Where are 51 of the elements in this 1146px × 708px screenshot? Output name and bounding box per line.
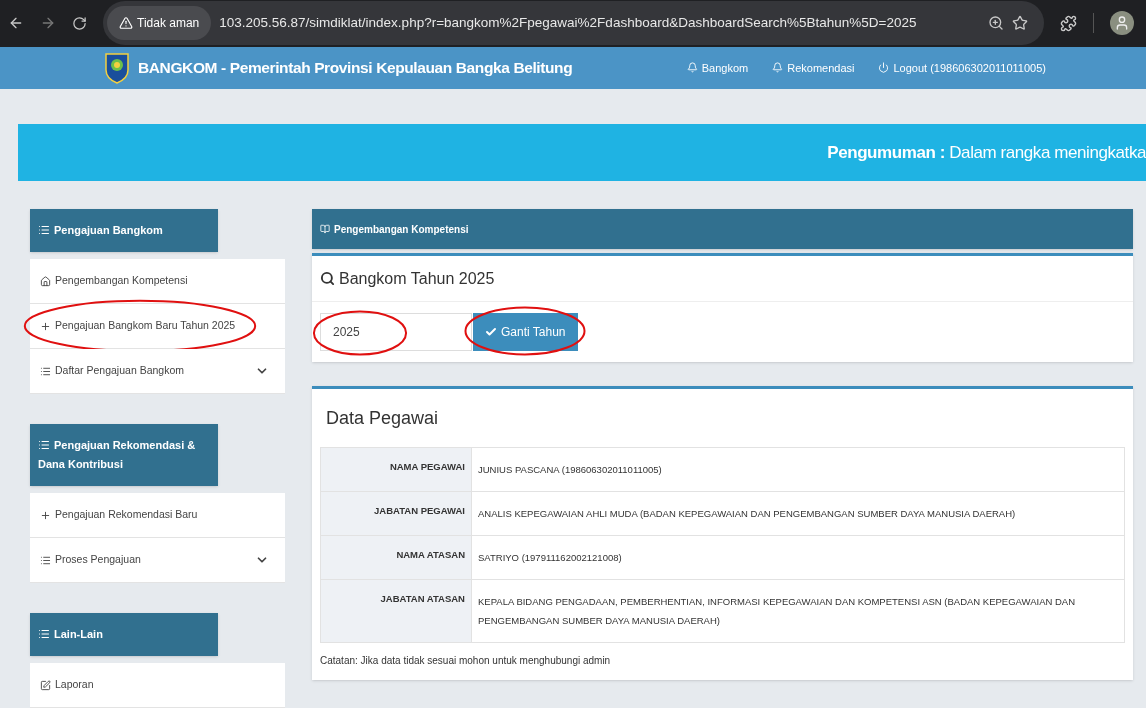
bookmark-star-icon[interactable] [1012,15,1028,32]
note-text: Catatan: Jika data tidak sesuai mohon untuk menghubungi admin [320,654,612,668]
announcement-text: Pengumuman : Dalam rangka meningkatka [827,141,1146,164]
panel-header: Pengembangan Kompetensi [312,209,1133,249]
list-icon [40,554,51,566]
row-label: NAMA PEGAWAI [320,447,472,492]
row-value: KEPALA BIDANG PENGADAAN, PEMBERHENTIAN, INFORMASI KEPEGAWAIAN DAN KOMPETENSI ASN (BADAN KEPEGAWAIAN DAN PENGEMBANGAN SUMBER DAYA MANUSIA DAERAH) [471,579,1125,643]
list-icon [38,224,50,236]
extensions-icon[interactable] [1060,14,1077,32]
list-icon [38,439,50,451]
sidebar-item[interactable]: Pengajuan Rekomendasi Baru [30,493,285,538]
year-input[interactable]: 2025 [320,313,472,351]
row-value: JUNIUS PASCANA (198606302011011005) [471,447,1125,492]
row-value: SATRIYO (197911162002121008) [471,535,1125,580]
section-header: Pengajuan Bangkom [30,209,218,252]
row-label: JABATAN ATASAN [320,579,472,643]
search-icon [320,271,335,286]
list-icon [40,365,51,377]
change-year-button[interactable]: Ganti Tahun [473,313,578,351]
power-icon [878,62,890,74]
check-icon [485,326,497,338]
section-header: Lain-Lain [30,613,218,656]
emblem-logo [104,51,130,84]
url-text: 103.205.56.87/simdiklat/index.php?r=bangkom%2Fpegawai%2Fdashboard&DashboardSearch%5Btahun%5D=2025 [219,14,917,33]
bell-icon [772,62,784,74]
bell-icon [686,62,698,74]
row-label: NAMA ATASAN [320,535,472,580]
site-title: BANGKOM - Pemerintah Provinsi Kepulauan Bangka Belitung [138,58,573,79]
sidebar-item[interactable]: Pengembangan Kompetensi [30,259,285,304]
person-icon [1114,15,1130,32]
sidebar-item[interactable]: Proses Pengajuan [30,538,285,583]
plus-icon [40,320,51,332]
security-chip[interactable]: Tidak aman [107,6,212,41]
card-title: Data Pegawai [325,406,440,430]
profile-avatar[interactable] [1110,11,1134,36]
row-label: JABATAN PEGAWAI [320,491,472,536]
row-value: ANALIS KEPEGAWAIAN AHLI MUDA (BADAN KEPEGAWAIAN DAN PENGEMBANGAN SUMBER DAYA MANUSIA DAERAH) [471,491,1125,536]
reload-icon[interactable] [72,15,87,31]
section-header: Pengajuan Rekomendasi & Dana Kontribusi [30,424,218,486]
search-title: Bangkom Tahun 2025 [339,268,495,289]
sidebar-item[interactable]: Daftar Pengajuan Bangkom [30,349,285,394]
book-icon [320,224,330,234]
warning-icon [119,16,133,31]
home-icon [40,275,51,287]
edit-icon [40,679,51,691]
address-bar[interactable]: Tidak aman 103.205.56.87/simdiklat/index.php?r=bangkom%2Fpegawai%2Fdashboard&DashboardSearch%5Btahun%5D=2025 [103,1,1044,46]
sidebar-item[interactable]: Pengajuan Bangkom Baru Tahun 2025 [30,304,285,349]
list-icon [38,628,50,640]
plus-icon [40,509,51,521]
sidebar-item[interactable]: Laporan [30,663,285,708]
zoom-icon[interactable] [988,15,1004,32]
